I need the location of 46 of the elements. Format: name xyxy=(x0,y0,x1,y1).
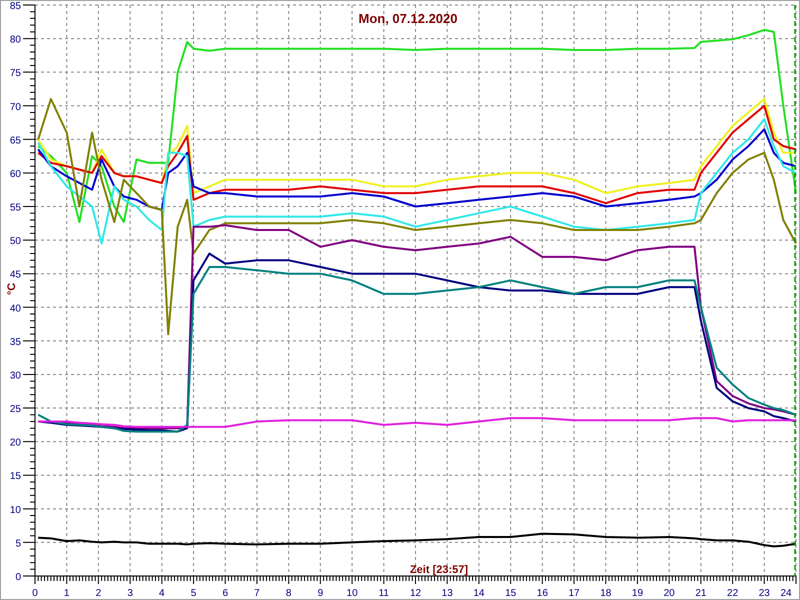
tick-label: 8 xyxy=(286,588,292,599)
tick-label: 9 xyxy=(318,588,324,599)
tick-label: 35 xyxy=(10,336,21,348)
tick-label: 12 xyxy=(410,588,422,599)
tick-label: 85 xyxy=(10,1,21,12)
tick-label: 50 xyxy=(10,236,21,248)
tick-label: 55 xyxy=(10,202,21,214)
tick-label: 40 xyxy=(10,303,21,314)
tick-label: 80 xyxy=(10,34,21,46)
tick-label: 19 xyxy=(632,588,644,599)
tick-label: 17 xyxy=(568,588,580,599)
tick-label: 0 xyxy=(32,588,38,599)
tick-label: 13 xyxy=(442,588,453,599)
tick-label: 60 xyxy=(10,168,21,180)
tick-label: 11 xyxy=(378,588,389,599)
tick-label: 25 xyxy=(10,404,21,416)
tick-label: 7 xyxy=(254,588,260,599)
tick-label: 3 xyxy=(127,588,133,599)
tick-label: 20 xyxy=(10,438,21,449)
tick-label: 16 xyxy=(536,588,548,599)
tick-label: 14 xyxy=(473,588,484,599)
tick-label: 21 xyxy=(695,588,706,599)
tick-label: 10 xyxy=(346,588,358,599)
tick-label: 5 xyxy=(190,588,196,599)
axis-title: °C xyxy=(6,282,18,296)
tick-label: 70 xyxy=(10,102,21,113)
tick-label: 6 xyxy=(222,588,228,599)
tick-label: 45 xyxy=(10,270,21,281)
tick-label: 30 xyxy=(10,370,21,382)
tick-label: 2 xyxy=(96,588,102,599)
tick-label: 5 xyxy=(15,538,21,550)
tick-label: 1 xyxy=(64,588,70,599)
tick-label: 22 xyxy=(727,588,738,599)
axis-title: Zeit [23:57] xyxy=(410,564,468,576)
tick-label: 23 xyxy=(758,588,770,599)
tick-label: 15 xyxy=(10,471,21,482)
tick-label: 75 xyxy=(10,68,21,80)
tick-label: 65 xyxy=(10,135,21,146)
tick-label: 0 xyxy=(15,572,21,583)
tick-label: 15 xyxy=(505,588,516,599)
chart-title: Mon, 07.12.2020 xyxy=(358,11,458,26)
tick-label: 18 xyxy=(600,588,612,599)
tick-label: 24 xyxy=(780,588,792,599)
tick-label: 10 xyxy=(10,504,21,516)
tick-label: 20 xyxy=(664,588,675,599)
tick-label: 4 xyxy=(159,588,165,599)
